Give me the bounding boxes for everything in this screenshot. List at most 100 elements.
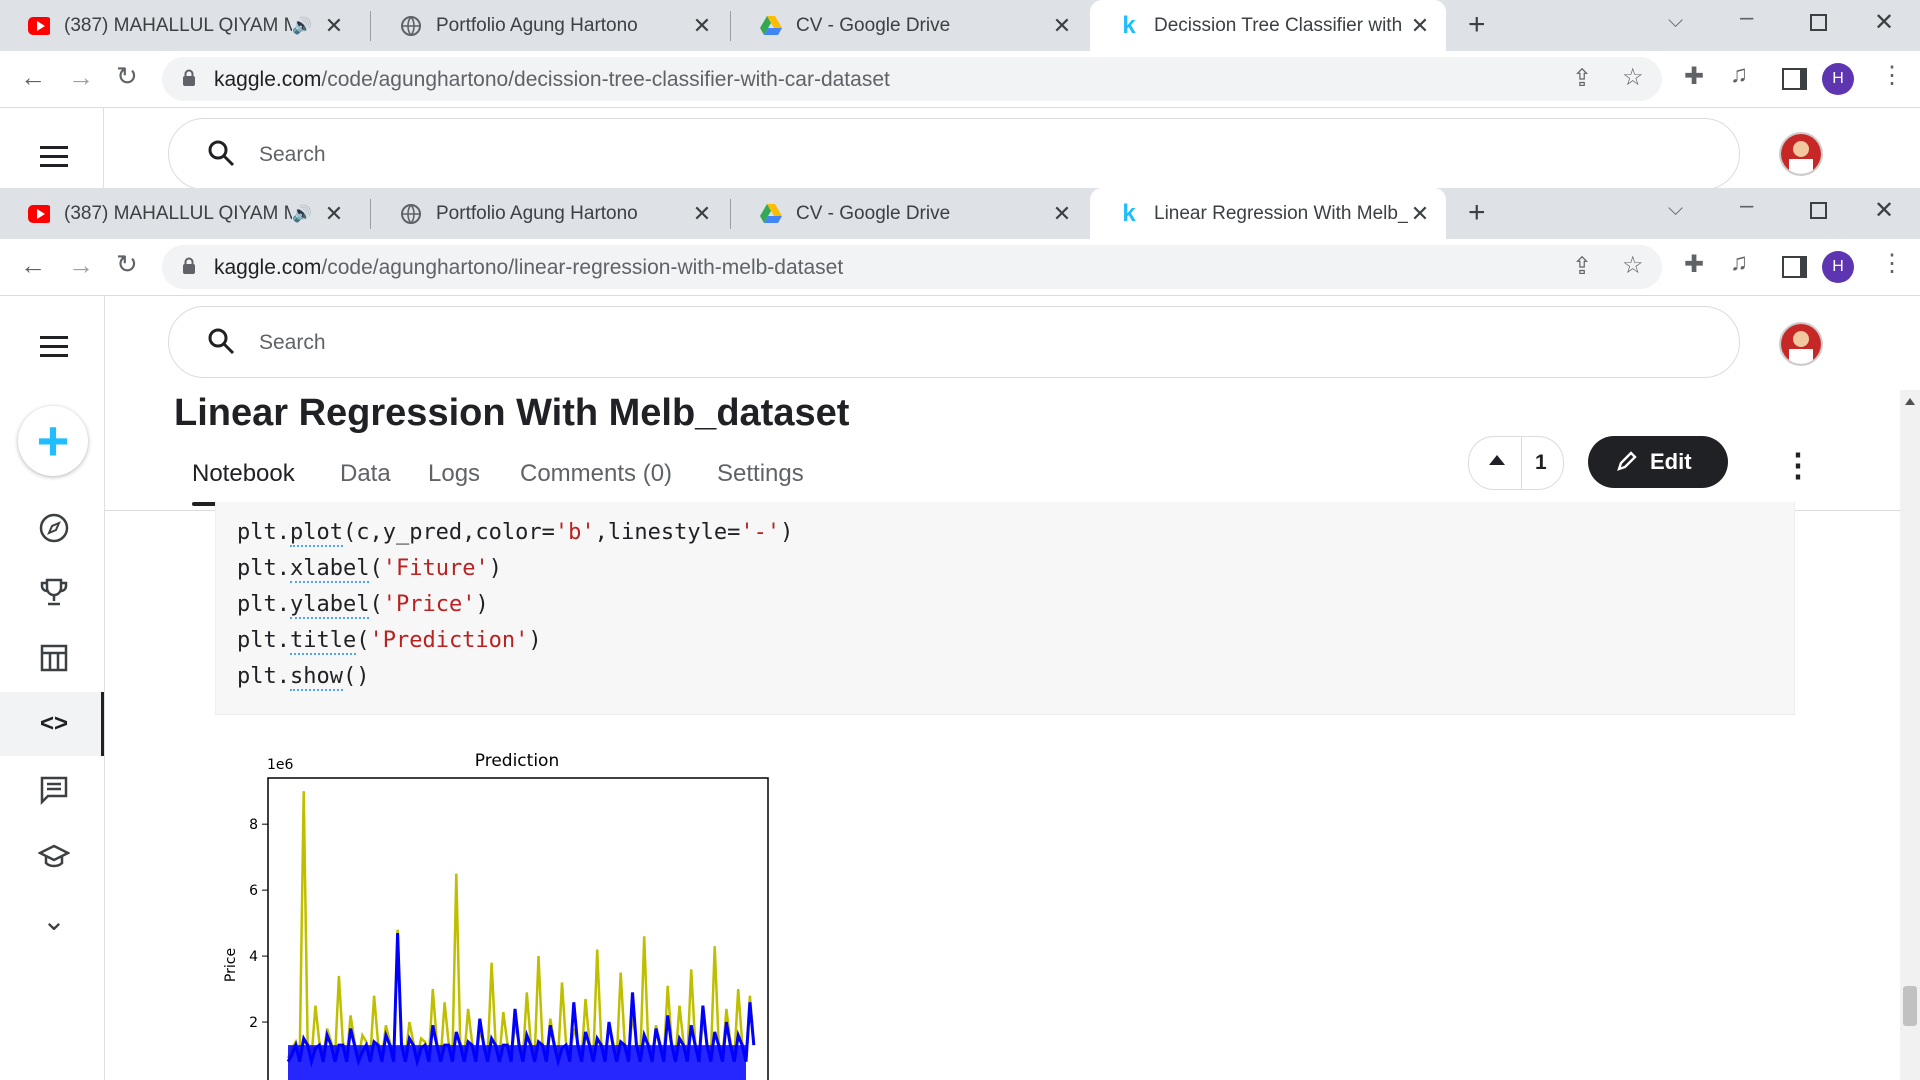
drive-icon (760, 15, 782, 37)
bookmark-star-icon[interactable]: ☆ (1622, 251, 1644, 280)
speaker-icon[interactable]: 🔊 (292, 204, 312, 224)
tab-separator (370, 11, 371, 41)
tab-portfolio[interactable]: Portfolio Agung Hartono ✕ (372, 188, 728, 239)
edit-button[interactable]: Edit (1588, 436, 1728, 488)
side-panel-icon[interactable] (1782, 68, 1807, 90)
menu-kebab-icon[interactable]: ⋮ (1880, 61, 1904, 90)
kaggle-icon: k (1122, 199, 1136, 227)
share-icon[interactable]: ⇪ (1572, 252, 1592, 281)
scrollbar-thumb[interactable] (1903, 986, 1917, 1026)
hamburger-menu-icon[interactable] (40, 336, 68, 357)
front-tab-strip: (387) MAHALLUL QIYAM Me 🔊 ✕ Portfolio Ag… (0, 188, 1920, 239)
scroll-up-arrow-icon[interactable] (1905, 398, 1915, 405)
search-icon (207, 327, 235, 360)
restore-icon[interactable] (1810, 202, 1827, 219)
sidebar-active-code[interactable]: <> (0, 692, 104, 756)
restore-icon[interactable] (1810, 14, 1827, 31)
upvote-control[interactable]: 1 (1468, 436, 1564, 490)
url-text: kaggle.com/code/agunghartono/decission-t… (214, 68, 890, 91)
speaker-icon[interactable]: 🔊 (292, 16, 312, 36)
close-icon[interactable]: ✕ (1408, 13, 1432, 39)
back-address-bar-row: ← → ↻ kaggle.com/code/agunghartono/decis… (0, 51, 1920, 108)
close-icon[interactable]: ✕ (1050, 201, 1074, 227)
more-options-icon[interactable]: ⋮ (1782, 446, 1814, 484)
tab-settings[interactable]: Settings (717, 460, 804, 488)
address-bar-row: ← → ↻ kaggle.com/code/agunghartono/linea… (0, 239, 1920, 296)
youtube-icon (28, 15, 50, 37)
competitions-trophy-icon[interactable] (36, 574, 72, 610)
window-close-icon[interactable]: ✕ (1874, 196, 1894, 225)
new-tab-icon[interactable]: + (1468, 196, 1486, 230)
user-avatar[interactable] (1779, 322, 1823, 366)
close-icon[interactable]: ✕ (690, 13, 714, 39)
code-line: plt.ylabel('Price') (237, 592, 489, 619)
minimize-icon[interactable]: – (1740, 192, 1753, 220)
side-panel-icon[interactable] (1782, 256, 1807, 278)
tab-drive[interactable]: CV - Google Drive ✕ (732, 188, 1088, 239)
page-title: Linear Regression With Melb_dataset (174, 392, 850, 434)
create-button[interactable]: + (18, 406, 88, 476)
omnibox[interactable]: kaggle.com/code/agunghartono/decission-t… (162, 57, 1662, 101)
back-tab-drive[interactable]: CV - Google Drive ✕ (732, 0, 1088, 51)
divider (1521, 437, 1522, 489)
code-icon: <> (39, 710, 69, 737)
search-input[interactable]: Search (168, 118, 1740, 190)
menu-kebab-icon[interactable]: ⋮ (1880, 249, 1904, 278)
back-arrow-icon[interactable]: ← (20, 250, 46, 281)
tab-title: Linear Regression With Melb_dat (1154, 202, 1408, 224)
tab-data[interactable]: Data (340, 460, 391, 488)
scrollbar-track[interactable] (1900, 390, 1920, 1080)
chevron-down-icon[interactable]: ⌄ (36, 902, 72, 938)
back-arrow-icon[interactable]: ← (20, 62, 46, 93)
datasets-table-icon[interactable] (36, 640, 72, 676)
media-control-icon[interactable]: ♫ (1730, 61, 1748, 89)
close-icon[interactable]: ✕ (322, 201, 346, 227)
search-input[interactable]: Search (168, 306, 1740, 378)
upvote-triangle-icon[interactable] (1489, 455, 1505, 465)
bookmark-star-icon[interactable]: ☆ (1622, 63, 1644, 92)
tab-search-chevron-icon[interactable]: ⌵ (1668, 198, 1683, 221)
close-icon[interactable]: ✕ (322, 13, 346, 39)
y-axis-label: Price (223, 948, 239, 982)
globe-icon (400, 15, 422, 37)
back-tab-youtube[interactable]: (387) MAHALLUL QIYAM Me 🔊 ✕ (0, 0, 360, 51)
media-control-icon[interactable]: ♫ (1730, 249, 1748, 277)
explore-compass-icon[interactable] (36, 510, 72, 546)
close-icon[interactable]: ✕ (1408, 201, 1432, 227)
tab-comments[interactable]: Comments (0) (520, 460, 672, 488)
learn-graduation-icon[interactable] (36, 838, 72, 874)
tab-notebook[interactable]: Notebook (192, 460, 295, 488)
omnibox[interactable]: kaggle.com/code/agunghartono/linear-regr… (162, 245, 1662, 289)
reload-icon[interactable]: ↻ (116, 249, 138, 280)
reload-icon[interactable]: ↻ (116, 61, 138, 92)
lock-icon (182, 257, 196, 280)
code-line: plt.show() (237, 664, 370, 691)
new-tab-icon[interactable]: + (1468, 8, 1486, 42)
tab-youtube[interactable]: (387) MAHALLUL QIYAM Me 🔊 ✕ (0, 188, 360, 239)
extensions-icon[interactable]: ✚ (1684, 250, 1704, 279)
close-icon[interactable]: ✕ (1050, 13, 1074, 39)
tab-search-chevron-icon[interactable]: ⌵ (1668, 10, 1683, 33)
share-icon[interactable]: ⇪ (1572, 64, 1592, 93)
profile-avatar[interactable]: H (1822, 251, 1854, 283)
pencil-icon (1616, 450, 1638, 477)
hamburger-menu-icon[interactable] (40, 146, 68, 167)
plus-icon: + (36, 409, 70, 472)
y-tick-label: 6 (249, 883, 258, 899)
discussion-icon[interactable] (36, 772, 72, 808)
forward-arrow-icon[interactable]: → (68, 62, 94, 93)
back-tab-portfolio[interactable]: Portfolio Agung Hartono ✕ (372, 0, 728, 51)
extensions-icon[interactable]: ✚ (1684, 62, 1704, 91)
window-close-icon[interactable]: ✕ (1874, 8, 1894, 37)
kaggle-sidebar: + <> ⌄ (0, 296, 105, 1080)
forward-arrow-icon[interactable]: → (68, 250, 94, 281)
minimize-icon[interactable]: – (1740, 4, 1753, 32)
user-avatar[interactable] (1779, 132, 1823, 176)
close-icon[interactable]: ✕ (690, 201, 714, 227)
y-tick-label: 8 (249, 817, 258, 833)
tab-kaggle-active[interactable]: k Linear Regression With Melb_dat ✕ (1090, 188, 1446, 239)
back-tab-kaggle[interactable]: k Decission Tree Classifier with Car ✕ (1090, 0, 1446, 51)
profile-avatar[interactable]: H (1822, 63, 1854, 95)
tab-logs[interactable]: Logs (428, 460, 480, 488)
drive-icon (760, 203, 782, 225)
